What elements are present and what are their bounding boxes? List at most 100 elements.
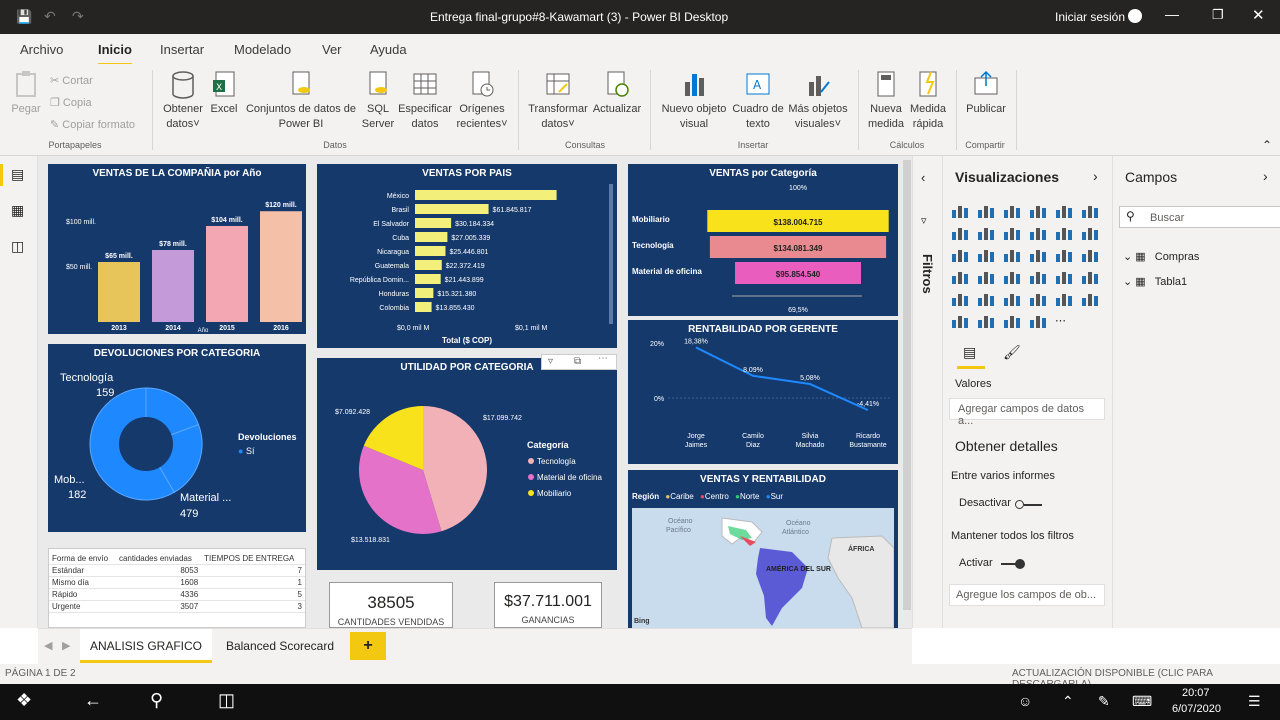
visual-type-icon[interactable] xyxy=(1029,292,1049,308)
notifications-icon[interactable]: ☰ xyxy=(1248,693,1261,710)
field-table-item[interactable]: ⌄ ▦ Tabla1 xyxy=(1123,275,1187,288)
visual-type-icon[interactable] xyxy=(1081,248,1101,264)
profit-card[interactable]: $37.711.001 GANANCIAS xyxy=(494,582,602,628)
undo-icon[interactable]: ↶ xyxy=(44,8,56,25)
visual-type-icon[interactable] xyxy=(1081,226,1101,242)
publish-button[interactable]: Publicar xyxy=(962,70,1010,117)
visual-type-icon[interactable] xyxy=(951,292,971,308)
clock-time[interactable]: 20:07 xyxy=(1182,687,1210,699)
model-view-icon[interactable]: ◫ xyxy=(11,238,24,255)
search-box[interactable]: ⚲ Buscar xyxy=(1119,206,1280,228)
task-view-icon[interactable]: ◫ xyxy=(218,690,235,711)
visual-type-icon[interactable] xyxy=(977,248,997,264)
sales-by-category-chart[interactable]: VENTAS por Categoría 100% Mobiliario $138.… xyxy=(628,164,898,316)
visual-type-icon[interactable] xyxy=(1081,270,1101,286)
field-table-item[interactable]: ⌄ ▦ Compras xyxy=(1123,250,1199,263)
values-drop-zone[interactable]: Agregar campos de datos a... xyxy=(949,398,1105,427)
filters-pane[interactable]: ‹ ▿ Filtros xyxy=(912,156,942,628)
search-icon[interactable]: ⚲ xyxy=(150,690,163,711)
visual-type-icon[interactable] xyxy=(977,292,997,308)
back-icon[interactable]: ← xyxy=(84,690,102,711)
clock-date[interactable]: 6/07/2020 xyxy=(1172,703,1221,715)
visual-type-icon[interactable] xyxy=(1029,226,1049,242)
tab-archivo[interactable]: Archivo xyxy=(20,42,63,57)
tab-modelado[interactable]: Modelado xyxy=(234,42,291,57)
new-measure-button[interactable]: Nueva medida xyxy=(864,70,908,132)
save-icon[interactable]: 💾 xyxy=(16,9,32,25)
tab-insertar[interactable]: Insertar xyxy=(160,42,204,57)
page-tab-scorecard[interactable]: Balanced Scorecard xyxy=(216,629,344,663)
visual-type-icon[interactable] xyxy=(1055,270,1075,286)
drillthrough-drop-zone[interactable]: Agregue los campos de ob... xyxy=(949,584,1105,606)
canvas-scrollbar[interactable] xyxy=(903,160,911,610)
visual-type-icon[interactable] xyxy=(951,226,971,242)
recent-sources-button[interactable]: Orígenes recientes˅ xyxy=(454,70,510,132)
text-box-button[interactable]: A Cuadro de texto xyxy=(730,70,786,132)
more-visuals-icon[interactable]: ⋯ xyxy=(1055,314,1075,330)
more-visuals-button[interactable]: Más objetos visuales˅ xyxy=(786,70,850,132)
powerbi-datasets-button[interactable]: Conjuntos de datos de Power BI xyxy=(244,70,358,132)
redo-icon[interactable]: ↷ xyxy=(72,8,84,25)
sales-by-country-chart[interactable]: VENTAS POR PAIS México Brasil $61.845.817 E… xyxy=(317,164,617,348)
visual-type-icon[interactable] xyxy=(977,314,997,330)
cross-report-toggle[interactable] xyxy=(1015,499,1043,509)
column-header[interactable]: cantidades enviadas xyxy=(115,553,202,565)
visual-type-icon[interactable] xyxy=(977,204,997,220)
fields-tab-icon[interactable]: ▤ xyxy=(963,344,976,361)
transform-data-button[interactable]: Transformar datos˅ xyxy=(526,70,590,132)
refresh-button[interactable]: Actualizar xyxy=(590,70,644,117)
minimize-icon[interactable]: — xyxy=(1165,6,1179,22)
visual-type-icon[interactable] xyxy=(1029,314,1049,330)
restore-icon[interactable]: ❐ xyxy=(1212,7,1224,23)
sql-server-button[interactable]: SQL Server xyxy=(360,70,396,132)
visual-type-icon[interactable] xyxy=(1003,292,1023,308)
visual-type-icon[interactable] xyxy=(1081,204,1101,220)
prev-page-icon[interactable]: ◀ xyxy=(44,639,52,652)
visual-type-icon[interactable] xyxy=(951,204,971,220)
more-options-icon[interactable]: ⋯ xyxy=(598,353,608,364)
visual-type-icon[interactable] xyxy=(977,226,997,242)
column-header[interactable]: TIEMPOS DE ENTREGA xyxy=(201,553,305,565)
search-input[interactable]: Buscar xyxy=(1150,212,1184,224)
get-data-button[interactable]: Obtener datos˅ xyxy=(160,70,206,132)
quantity-card[interactable]: 38505 CANTIDADES VENDIDAS xyxy=(329,582,453,628)
returns-by-category-chart[interactable]: DEVOLUCIONES POR CATEGORIA Tecnología 15… xyxy=(48,344,306,532)
visual-type-icon[interactable] xyxy=(1003,226,1023,242)
tab-ayuda[interactable]: Ayuda xyxy=(370,42,407,57)
column-header[interactable]: Forma de envío xyxy=(49,553,116,565)
visual-type-icon[interactable] xyxy=(951,270,971,286)
new-visual-button[interactable]: Nuevo objeto visual xyxy=(658,70,730,132)
next-page-icon[interactable]: ▶ xyxy=(62,639,70,652)
sales-by-year-chart[interactable]: VENTAS DE LA COMPAÑIA por Año $100 mill.… xyxy=(48,164,306,334)
quick-measure-button[interactable]: Medida rápida xyxy=(906,70,950,132)
profit-by-category-chart[interactable]: UTILIDAD POR CATEGORIA $17.099.742 $13.51… xyxy=(317,358,617,570)
keyboard-icon[interactable]: ⌨ xyxy=(1132,693,1152,710)
chevron-up-icon[interactable]: ⌃ xyxy=(1062,693,1074,710)
filter-icon[interactable]: ▿ xyxy=(548,356,553,367)
pen-icon[interactable]: ✎ xyxy=(1098,693,1110,710)
paste-button[interactable]: Pegar xyxy=(8,70,44,117)
signin-link[interactable]: Iniciar sesión xyxy=(1055,10,1125,24)
profit-by-manager-chart[interactable]: RENTABILIDAD POR GERENTE 20% 0% 18,38% Jorg… xyxy=(628,320,898,464)
visual-type-icon[interactable] xyxy=(1029,248,1049,264)
excel-button[interactable]: X Excel xyxy=(208,70,240,117)
data-view-icon[interactable]: ▦ xyxy=(11,202,24,219)
chevron-right-icon[interactable]: › xyxy=(1263,168,1268,184)
avatar[interactable] xyxy=(1128,9,1142,23)
windows-start-icon[interactable]: ❖ xyxy=(16,690,32,711)
visual-type-icon[interactable] xyxy=(1055,204,1075,220)
visual-type-icon[interactable] xyxy=(1003,204,1023,220)
shipping-table[interactable]: Forma de envío cantidades enviadas TIEMP… xyxy=(48,548,306,628)
visual-type-icon[interactable] xyxy=(1055,226,1075,242)
add-page-button[interactable]: + xyxy=(350,632,386,660)
chevron-right-icon[interactable]: › xyxy=(1093,168,1098,184)
visual-type-icon[interactable] xyxy=(1055,248,1075,264)
visual-type-icon[interactable] xyxy=(1003,248,1023,264)
close-icon[interactable]: ✕ xyxy=(1252,6,1265,24)
people-icon[interactable]: ☺ xyxy=(1018,693,1032,709)
visual-type-icon[interactable] xyxy=(1003,314,1023,330)
visual-type-icon[interactable] xyxy=(951,314,971,330)
keep-filters-toggle[interactable] xyxy=(1001,559,1029,569)
visual-type-icon[interactable] xyxy=(1081,292,1101,308)
cut-button[interactable]: ✂ Cortar xyxy=(50,74,93,87)
